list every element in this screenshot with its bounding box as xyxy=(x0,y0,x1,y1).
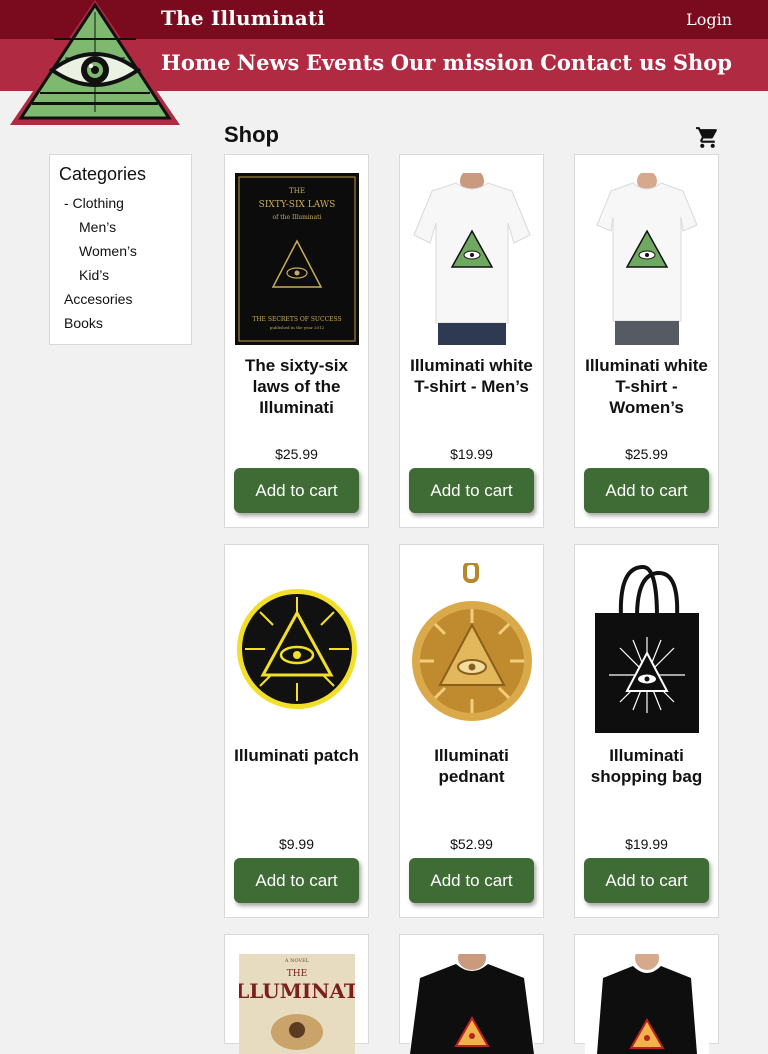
product-card: THE SIXTY-SIX LAWS of the Illuminati THE… xyxy=(224,154,369,528)
product-card: Illuminati patch $9.99 Add to cart xyxy=(224,544,369,918)
category-womens[interactable]: Women’s xyxy=(79,243,137,259)
product-card: Illuminati shopping bag $19.99 Add to ca… xyxy=(574,544,719,918)
category-kids[interactable]: Kid’s xyxy=(79,267,109,283)
product-name[interactable]: The sixty-six laws of the Illuminati xyxy=(231,355,362,418)
add-to-cart-button[interactable]: Add to cart xyxy=(584,858,709,903)
categories-heading: Categories xyxy=(59,164,147,184)
svg-text:THE: THE xyxy=(289,187,305,195)
svg-text:ILLUMINATI: ILLUMINATI xyxy=(239,979,355,1003)
product-price: $25.99 xyxy=(625,446,668,462)
product-card: Illuminati pednant $52.99 Add to cart xyxy=(399,544,544,918)
svg-text:THE SECRETS OF SUCCESS: THE SECRETS OF SUCCESS xyxy=(252,316,341,323)
novel-cover-icon: A NOVEL THE ILLUMINATI xyxy=(239,954,355,1054)
shopping-cart-icon[interactable] xyxy=(695,125,720,150)
product-price: $52.99 xyxy=(450,836,493,852)
product-name[interactable]: Illuminati shopping bag xyxy=(581,745,712,787)
womens-black-tshirt-icon xyxy=(585,954,709,1054)
category-accessories[interactable]: Accesories xyxy=(64,291,132,307)
product-price: $25.99 xyxy=(275,446,318,462)
product-name[interactable]: Illuminati pednant xyxy=(406,745,537,787)
category-clothing[interactable]: - Clothing xyxy=(64,195,124,211)
categories-panel: Categories - Clothing Men’s Women’s Kid’… xyxy=(49,154,192,345)
login-link[interactable]: Login xyxy=(686,10,732,29)
illuminati-logo[interactable] xyxy=(10,0,180,126)
nav-item-shop[interactable]: Shop xyxy=(673,50,732,75)
add-to-cart-button[interactable]: Add to cart xyxy=(409,858,534,903)
product-card: Illuminati white T-shirt - Women’s $25.9… xyxy=(574,154,719,528)
add-to-cart-button[interactable]: Add to cart xyxy=(234,858,359,903)
tote-bag-icon xyxy=(585,563,709,735)
product-name[interactable]: Illuminati white T-shirt - Women’s xyxy=(581,355,712,418)
product-card xyxy=(399,934,544,1054)
category-mens[interactable]: Men’s xyxy=(79,219,116,235)
mens-tshirt-icon xyxy=(410,173,534,345)
svg-text:of the Illuminati: of the Illuminati xyxy=(273,214,322,221)
category-books[interactable]: Books xyxy=(64,315,103,331)
add-to-cart-button[interactable]: Add to cart xyxy=(584,468,709,513)
product-name[interactable]: Illuminati white T-shirt - Men’s xyxy=(406,355,537,397)
site-title[interactable]: The Illuminati xyxy=(161,6,325,30)
patch-icon xyxy=(235,563,359,735)
nav-item-news[interactable]: News xyxy=(237,50,299,75)
svg-text:A NOVEL: A NOVEL xyxy=(284,958,310,964)
svg-text:published in the year 2012: published in the year 2012 xyxy=(270,325,325,330)
pendant-icon xyxy=(410,563,534,735)
product-card: Illuminati white T-shirt - Men’s $19.99 … xyxy=(399,154,544,528)
nav-item-our-mission[interactable]: Our mission xyxy=(391,50,534,75)
product-price: $9.99 xyxy=(278,836,315,852)
add-to-cart-button[interactable]: Add to cart xyxy=(234,468,359,513)
main-nav: Home News Events Our mission Contact us … xyxy=(161,50,732,75)
product-card: A NOVEL THE ILLUMINATI xyxy=(224,934,369,1054)
product-card xyxy=(574,934,719,1054)
mens-black-tshirt-icon xyxy=(410,954,534,1054)
product-name[interactable]: Illuminati patch xyxy=(231,745,362,766)
svg-text:SIXTY-SIX LAWS: SIXTY-SIX LAWS xyxy=(259,200,336,210)
product-price: $19.99 xyxy=(450,446,493,462)
book-icon: THE SIXTY-SIX LAWS of the Illuminati THE… xyxy=(235,173,359,345)
nav-item-contact-us[interactable]: Contact us xyxy=(540,50,666,75)
nav-item-events[interactable]: Events xyxy=(306,50,384,75)
product-price: $19.99 xyxy=(625,836,668,852)
svg-text:THE: THE xyxy=(287,969,307,979)
womens-tshirt-icon xyxy=(585,173,709,345)
add-to-cart-button[interactable]: Add to cart xyxy=(409,468,534,513)
page-title: Shop xyxy=(224,122,279,147)
